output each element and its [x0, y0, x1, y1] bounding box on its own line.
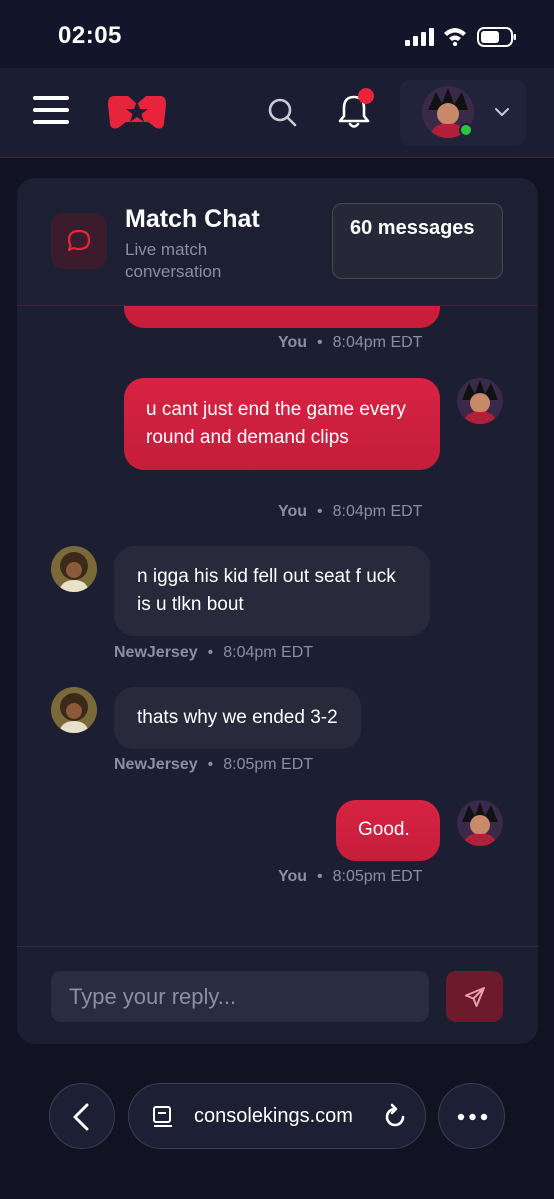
message-bubble-theirs: thats why we ended 3-2: [114, 687, 361, 749]
message-bubble-mine: [124, 306, 440, 328]
status-time: 02:05: [58, 22, 122, 49]
message-meta: You • 8:04pm EDT: [278, 334, 423, 351]
newjersey-avatar: [51, 546, 97, 592]
page-menu-icon[interactable]: [151, 1105, 175, 1129]
browser-toolbar: consolekings.com: [0, 1044, 554, 1199]
message-meta: You • 8:04pm EDT: [278, 503, 423, 520]
message-bubble-theirs: n igga his kid fell out seat f uck is u …: [114, 546, 430, 636]
reply-input[interactable]: [51, 971, 429, 1022]
notification-badge: [358, 88, 374, 104]
chat-title: Match Chat: [125, 205, 260, 233]
cellular-signal-icon: [405, 28, 434, 46]
newjersey-avatar: [51, 687, 97, 733]
send-button[interactable]: [446, 971, 503, 1022]
status-bar: 02:05: [0, 0, 554, 68]
browser-url-bar[interactable]: consolekings.com: [128, 1083, 426, 1149]
browser-back-button[interactable]: [49, 1083, 115, 1149]
consolekings-logo[interactable]: [106, 92, 168, 132]
chat-subtitle: Live match conversation: [125, 240, 222, 281]
chat-bubble-icon: [51, 213, 107, 269]
battery-icon: [477, 27, 516, 47]
reply-bar: [17, 946, 538, 1044]
profile-menu[interactable]: [400, 80, 526, 146]
search-icon[interactable]: [266, 96, 298, 128]
message-meta: You • 8:05pm EDT: [278, 868, 423, 885]
chevron-left-icon: [73, 1103, 89, 1131]
message-bubble-mine: Good.: [336, 800, 440, 861]
top-navbar: [0, 68, 554, 158]
wifi-icon: [444, 28, 466, 46]
match-chat-card: Match Chat Live match conversation 60 me…: [17, 178, 538, 1044]
user-avatar: [457, 378, 503, 424]
chat-header: Match Chat Live match conversation 60 me…: [17, 178, 538, 306]
chevron-down-icon: [495, 108, 509, 116]
message-meta: NewJersey • 8:04pm EDT: [114, 644, 314, 661]
message-count-badge: 60 messages: [332, 203, 503, 279]
browser-url-text: consolekings.com: [194, 1105, 353, 1127]
menu-icon[interactable]: [33, 96, 69, 126]
reload-icon[interactable]: [381, 1103, 409, 1131]
message-meta: NewJersey • 8:05pm EDT: [114, 756, 314, 773]
message-list[interactable]: You • 8:04pm EDT u cant just end the game …: [17, 306, 538, 946]
online-status-indicator: [459, 123, 473, 137]
user-avatar: [457, 800, 503, 846]
send-icon: [465, 987, 485, 1007]
message-bubble-mine: u cant just end the game every round and…: [124, 378, 440, 470]
more-dots-icon: [457, 1113, 488, 1121]
browser-more-button[interactable]: [438, 1083, 505, 1149]
